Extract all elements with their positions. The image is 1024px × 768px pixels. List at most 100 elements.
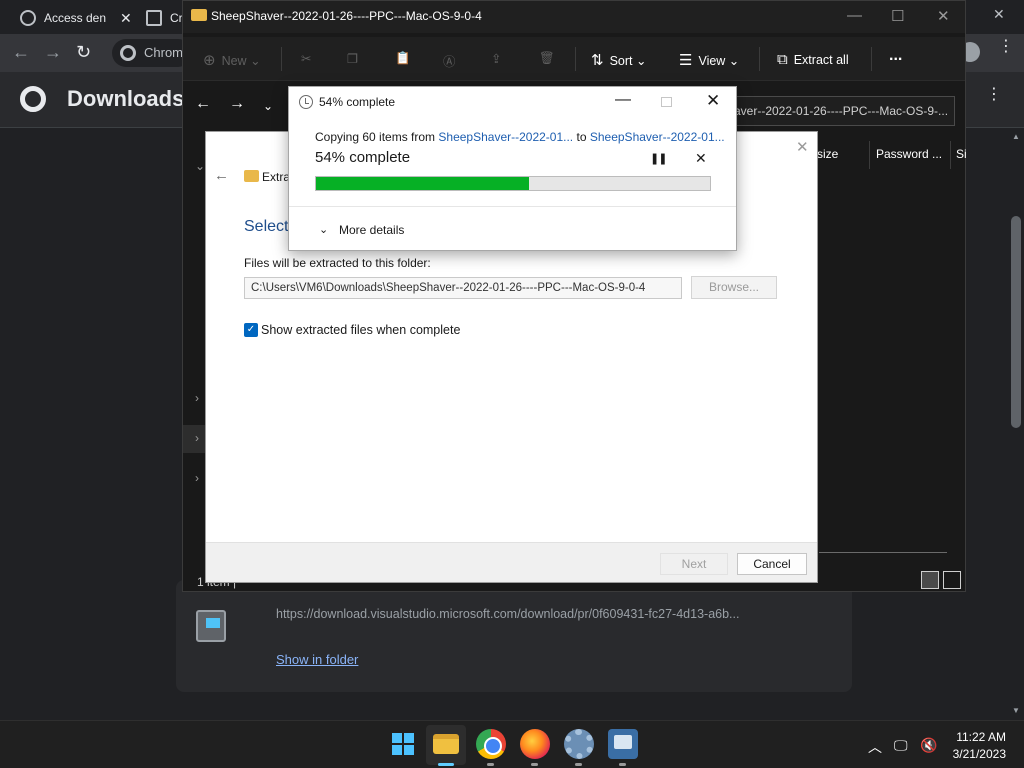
running-indicator — [531, 763, 538, 766]
chevron-down-icon[interactable]: ⌄ — [195, 159, 205, 173]
more-options-button[interactable]: ... — [889, 47, 902, 65]
scroll-up-icon[interactable]: ▲ — [1012, 132, 1020, 141]
download-url[interactable]: https://download.visualstudio.microsoft.… — [276, 607, 739, 621]
cut-icon[interactable]: ✂ — [301, 51, 311, 66]
column-divider — [869, 141, 870, 169]
divider — [575, 47, 576, 71]
delete-icon[interactable]: 🗑 — [539, 51, 555, 66]
chevron-right-icon[interactable]: › — [195, 431, 199, 445]
folder-icon — [191, 9, 207, 21]
close-icon[interactable]: ✕ — [796, 138, 809, 156]
volume-muted-icon[interactable]: 🔇 — [920, 737, 937, 754]
paste-icon[interactable]: 📋 — [395, 51, 411, 66]
back-arrow-icon[interactable]: ← — [195, 95, 211, 113]
windows-start-icon[interactable] — [388, 729, 418, 759]
explorer-search-box[interactable]: aver--2022-01-26----PPC---Mac-OS-9-... — [731, 96, 955, 126]
plus-icon: ⊕ — [203, 52, 216, 69]
settings-gear-icon[interactable] — [564, 729, 594, 759]
globe-icon — [20, 10, 36, 26]
column-size[interactable]: size — [817, 147, 838, 161]
show-files-label[interactable]: Show extracted files when complete — [261, 323, 460, 337]
percent-complete-text: 54% complete — [315, 149, 411, 166]
copy-icon[interactable]: ❐ — [347, 51, 358, 66]
sort-button[interactable]: ⇅ Sort ⌄ — [591, 51, 646, 69]
downloads-title: Downloads — [67, 86, 185, 111]
maximize-icon[interactable]: ☐ — [891, 7, 904, 25]
next-button[interactable]: Next — [660, 553, 728, 575]
pause-icon[interactable]: ❚❚ — [650, 152, 667, 165]
wizard-footer: Next Cancel — [206, 542, 817, 582]
tab-label: Cr — [170, 11, 183, 25]
explorer-command-bar: ⊕ New ⌄ ✂ ❐ 📋 Ⓐ ⇪ 🗑 ⇅ Sort ⌄ ☰ View ⌄ ⧉ Extr… — [183, 37, 965, 81]
installer-file-icon — [196, 610, 226, 642]
chrome-menu-icon[interactable]: ⋮ — [998, 39, 1014, 55]
view-button[interactable]: ☰ View ⌄ — [679, 51, 739, 69]
reload-icon[interactable]: ↻ — [76, 42, 91, 63]
close-icon[interactable]: ✕ — [706, 91, 720, 111]
minimize-icon[interactable]: — — [847, 7, 862, 24]
extract-all-button[interactable]: ⧉ Extract all — [777, 51, 849, 68]
rename-icon[interactable]: Ⓐ — [443, 51, 456, 70]
column-size-2[interactable]: Si — [956, 147, 967, 161]
taskbar-date[interactable]: 3/21/2023 — [944, 747, 1006, 761]
bank-icon — [146, 10, 162, 26]
divider — [871, 47, 872, 71]
firefox-taskbar-icon[interactable] — [520, 729, 550, 759]
copy-progress-dialog: 54% complete — ✕ Copying 60 items from S… — [288, 86, 737, 251]
address-bar[interactable]: Chrom — [112, 39, 192, 67]
chrome-tab-2[interactable]: Cr — [126, 4, 183, 32]
browse-button[interactable]: Browse... — [691, 276, 777, 299]
chevron-right-icon[interactable]: › — [195, 391, 199, 405]
download-item: https://download.visualstudio.microsoft.… — [176, 580, 852, 692]
recent-locations-icon[interactable]: ⌄ — [263, 99, 273, 113]
taskbar: ︿ 🖵 🔇 11:22 AM 3/21/2023 — [0, 720, 1024, 768]
wizard-heading: Select — [244, 218, 289, 235]
running-indicator — [487, 763, 494, 766]
downloads-menu-icon[interactable]: ⋮ — [986, 87, 1002, 103]
divider — [281, 47, 282, 71]
show-in-folder-link[interactable]: Show in folder — [276, 652, 358, 667]
downloads-scrollbar[interactable]: ▲ ▼ — [1008, 128, 1024, 720]
destination-path-input[interactable]: C:\Users\VM6\Downloads\SheepShaver--2022… — [244, 277, 682, 299]
column-password[interactable]: Password ... — [876, 147, 942, 161]
maximize-icon — [661, 97, 672, 107]
details-view-icon[interactable] — [921, 571, 939, 589]
folder-icon — [433, 734, 459, 754]
minimize-icon[interactable]: — — [615, 91, 631, 109]
destination-label: Files will be extracted to this folder: — [244, 256, 431, 270]
clock-icon — [299, 95, 313, 109]
explorer-title: SheepShaver--2022-01-26----PPC---Mac-OS-… — [211, 9, 482, 23]
scroll-down-icon[interactable]: ▼ — [1012, 706, 1020, 715]
chrome-tab-access-denied[interactable]: Access den ✕ — [0, 4, 132, 32]
destination-link[interactable]: SheepShaver--2022-01... — [590, 130, 725, 144]
file-explorer-taskbar-icon[interactable] — [426, 725, 466, 765]
progress-titlebar: 54% complete — ✕ — [289, 87, 736, 117]
back-arrow-icon[interactable]: ← — [214, 167, 229, 184]
forward-arrow-icon[interactable]: → — [44, 42, 62, 63]
remote-desktop-taskbar-icon[interactable] — [608, 729, 638, 759]
scrollbar-thumb[interactable] — [1011, 216, 1021, 428]
stop-icon[interactable]: ✕ — [695, 150, 707, 167]
source-link[interactable]: SheepShaver--2022-01... — [438, 130, 573, 144]
tiles-view-icon[interactable] — [943, 571, 961, 589]
share-icon[interactable]: ⇪ — [491, 51, 501, 66]
show-files-checkbox[interactable]: ✓ — [244, 323, 258, 337]
cancel-button[interactable]: Cancel — [737, 553, 807, 575]
back-arrow-icon[interactable]: ← — [12, 42, 30, 63]
new-button[interactable]: ⊕ New ⌄ — [203, 51, 261, 69]
taskbar-time[interactable]: 11:22 AM — [950, 730, 1006, 744]
divider — [759, 47, 760, 71]
progress-body: Copying 60 items from SheepShaver--2022-… — [289, 117, 736, 206]
show-hidden-icons-chevron-icon[interactable]: ︿ — [868, 737, 882, 757]
divider — [819, 552, 947, 553]
chrome-close-icon[interactable]: ✕ — [993, 6, 1005, 23]
column-divider — [950, 141, 951, 169]
network-icon[interactable]: 🖵 — [894, 737, 908, 754]
progress-title: 54% complete — [319, 95, 396, 109]
more-details-toggle[interactable]: ⌄ More details — [289, 206, 736, 250]
chevron-down-icon: ⌄ — [319, 224, 329, 236]
chevron-right-icon[interactable]: › — [195, 471, 199, 485]
forward-arrow-icon[interactable]: → — [229, 95, 245, 113]
close-icon[interactable]: ✕ — [937, 7, 950, 25]
chrome-taskbar-icon[interactable] — [476, 729, 506, 759]
